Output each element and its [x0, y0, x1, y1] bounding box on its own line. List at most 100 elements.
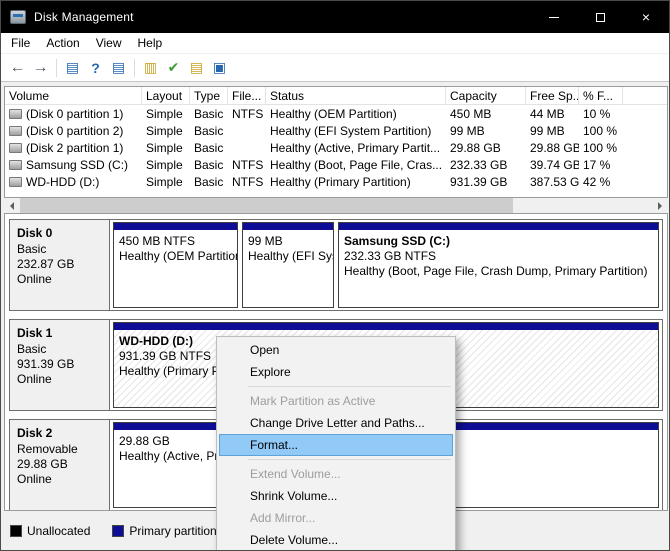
window-controls: × — [531, 1, 669, 33]
cell-volume: (Disk 2 partition 1) — [5, 141, 142, 155]
help-icon[interactable]: ? — [84, 57, 107, 79]
volume-icon — [9, 126, 22, 136]
cell-status: Healthy (Active, Primary Partit... — [266, 141, 446, 155]
partition[interactable]: Samsung SSD (C:)232.33 GB NTFSHealthy (B… — [338, 222, 659, 308]
volume-name: (Disk 2 partition 1) — [26, 141, 123, 155]
partition-info: Samsung SSD (C:)232.33 GB NTFSHealthy (B… — [339, 232, 658, 281]
maximize-icon — [596, 13, 605, 22]
column-header-free-sp[interactable]: Free Sp... — [526, 87, 579, 104]
export-list-icon[interactable]: ▥ — [139, 57, 162, 79]
context-menu-item-explore[interactable]: Explore — [219, 361, 453, 383]
legend-label: Unallocated — [27, 524, 90, 538]
partition-area: 450 MB NTFSHealthy (OEM Partition)99 MBH… — [110, 220, 662, 310]
close-button[interactable]: × — [623, 1, 669, 33]
disk-name: Disk 0 — [17, 225, 102, 241]
cell-layout: Simple — [142, 141, 190, 155]
menu-action[interactable]: Action — [38, 33, 87, 53]
scroll-right-button[interactable] — [652, 198, 668, 213]
context-menu-item-shrink-volume[interactable]: Shrink Volume... — [219, 485, 453, 507]
context-menu-item-format[interactable]: Format... — [219, 434, 453, 456]
legend-label: Primary partition — [129, 524, 216, 538]
table-row[interactable]: (Disk 0 partition 2)SimpleBasicHealthy (… — [5, 122, 667, 139]
folder-icon[interactable]: ▤ — [185, 57, 208, 79]
cell-type: Basic — [190, 124, 228, 138]
screen-icon[interactable]: ▣ — [208, 57, 231, 79]
context-menu-item-add-mirror: Add Mirror... — [219, 507, 453, 529]
disk-size: 232.87 GB — [17, 257, 102, 272]
scroll-right-icon — [658, 202, 662, 210]
disk-management-window: Disk Management × FileActionViewHelp ←→ ▤… — [0, 0, 670, 551]
cell-status: Healthy (Primary Partition) — [266, 175, 446, 189]
cell-type: Basic — [190, 107, 228, 121]
volume-list-body: (Disk 0 partition 1)SimpleBasicNTFSHealt… — [5, 105, 667, 190]
cell-free-sp: 29.88 GB — [526, 141, 579, 155]
column-header-f[interactable]: % F... — [579, 87, 623, 104]
scrollbar-track[interactable] — [20, 198, 652, 213]
window-title: Disk Management — [34, 10, 134, 24]
console-tree-icon[interactable]: ▤ — [61, 57, 84, 79]
toolbar: ←→▤?▤▥✔▤▣ — [1, 54, 669, 82]
menu-separator — [248, 459, 451, 460]
partition-status: Healthy (Boot, Page File, Crash Dump, Pr… — [344, 264, 653, 279]
column-header-capacity[interactable]: Capacity — [446, 87, 526, 104]
scroll-left-icon — [10, 202, 14, 210]
disk-status: Online — [17, 272, 102, 287]
partition[interactable]: 99 MBHealthy (EFI System Partition) — [242, 222, 334, 308]
context-menu-item-delete-volume[interactable]: Delete Volume... — [219, 529, 453, 551]
disk-type: Basic — [17, 342, 102, 357]
cell-layout: Simple — [142, 175, 190, 189]
volume-list-header: VolumeLayoutTypeFile...StatusCapacityFre… — [5, 87, 667, 105]
partition-info: 99 MBHealthy (EFI System Partition) — [243, 232, 333, 266]
partition-color-bar — [243, 223, 333, 230]
cell-layout: Simple — [142, 124, 190, 138]
column-header-file[interactable]: File... — [228, 87, 266, 104]
back-icon[interactable]: ← — [6, 57, 29, 79]
cell-capacity: 29.88 GB — [446, 141, 526, 155]
cell-f: 100 % — [579, 124, 623, 138]
disk-type: Basic — [17, 242, 102, 257]
scroll-left-button[interactable] — [4, 198, 20, 213]
minimize-button[interactable] — [531, 1, 577, 33]
scrollbar-thumb[interactable] — [20, 198, 513, 213]
column-header-volume[interactable]: Volume — [5, 87, 142, 104]
maximize-button[interactable] — [577, 1, 623, 33]
cell-f: 42 % — [579, 175, 623, 189]
disk-header-disk-0[interactable]: Disk 0Basic232.87 GBOnline — [10, 220, 110, 310]
table-row[interactable]: (Disk 2 partition 1)SimpleBasicHealthy (… — [5, 139, 667, 156]
action-pane-icon[interactable]: ▤ — [107, 57, 130, 79]
column-header-layout[interactable]: Layout — [142, 87, 190, 104]
menu-help[interactable]: Help — [130, 33, 171, 53]
forward-icon[interactable]: → — [29, 57, 52, 79]
table-row[interactable]: Samsung SSD (C:)SimpleBasicNTFSHealthy (… — [5, 156, 667, 173]
titlebar: Disk Management × — [1, 1, 669, 33]
context-menu-item-extend-volume: Extend Volume... — [219, 463, 453, 485]
cell-volume: Samsung SSD (C:) — [5, 158, 142, 172]
cell-type: Basic — [190, 158, 228, 172]
partition-label: Samsung SSD (C:) — [344, 234, 653, 249]
cell-file: NTFS — [228, 158, 266, 172]
disk-type: Removable — [17, 442, 102, 457]
disk-header-disk-2[interactable]: Disk 2Removable29.88 GBOnline — [10, 420, 110, 510]
column-header-status[interactable]: Status — [266, 87, 446, 104]
cell-free-sp: 39.74 GB — [526, 158, 579, 172]
horizontal-scrollbar[interactable] — [4, 198, 668, 213]
column-header-type[interactable]: Type — [190, 87, 228, 104]
toolbar-separator — [56, 59, 57, 77]
volume-icon — [9, 109, 22, 119]
cell-volume: WD-HDD (D:) — [5, 175, 142, 189]
table-row[interactable]: WD-HDD (D:)SimpleBasicNTFSHealthy (Prima… — [5, 173, 667, 190]
partition-status: Healthy (EFI System Partition) — [248, 249, 328, 264]
partition-color-bar — [114, 223, 237, 230]
disk-row-disk-0: Disk 0Basic232.87 GBOnline450 MB NTFSHea… — [9, 219, 663, 311]
script-check-icon[interactable]: ✔ — [162, 57, 185, 79]
cell-file: NTFS — [228, 107, 266, 121]
menu-file[interactable]: File — [3, 33, 38, 53]
cell-status: Healthy (EFI System Partition) — [266, 124, 446, 138]
menu-view[interactable]: View — [88, 33, 130, 53]
table-row[interactable]: (Disk 0 partition 1)SimpleBasicNTFSHealt… — [5, 105, 667, 122]
context-menu-item-open[interactable]: Open — [219, 339, 453, 361]
disk-header-disk-1[interactable]: Disk 1Basic931.39 GBOnline — [10, 320, 110, 410]
menubar: FileActionViewHelp — [1, 33, 669, 54]
partition[interactable]: 450 MB NTFSHealthy (OEM Partition) — [113, 222, 238, 308]
context-menu-item-change-drive-letter-and-paths[interactable]: Change Drive Letter and Paths... — [219, 412, 453, 434]
